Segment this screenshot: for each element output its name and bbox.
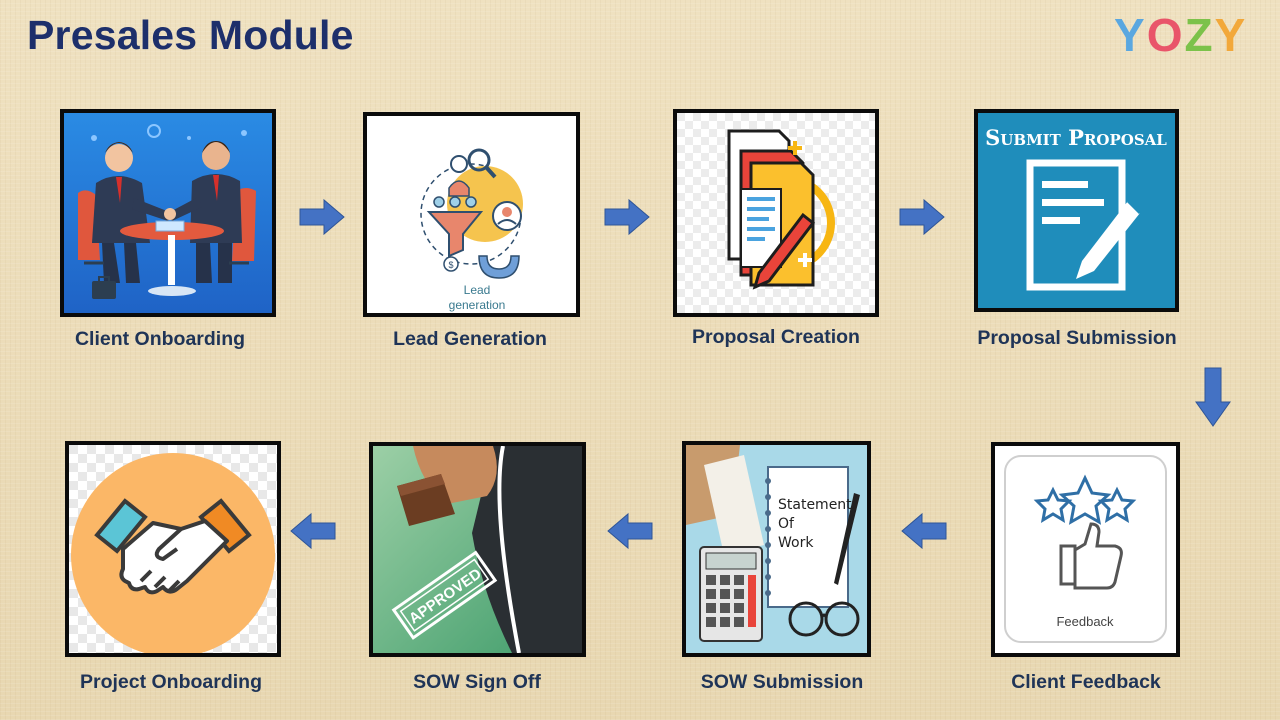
step-label-proposal-creation: Proposal Creation xyxy=(692,326,860,348)
svg-text:$: $ xyxy=(448,260,453,270)
yozy-logo: YOZY xyxy=(1114,8,1247,62)
step-label-client-onboarding: Client Onboarding xyxy=(74,328,246,350)
step-label-sow-sign-off: SOW Sign Off xyxy=(413,671,541,693)
approved-stamp-icon: APPROVED xyxy=(373,446,582,653)
page-title: Presales Module xyxy=(27,12,354,58)
logo-letter-1: Y xyxy=(1114,9,1147,61)
step-card-client-feedback: Feedback xyxy=(991,442,1180,657)
arrow-down-icon xyxy=(1194,366,1232,428)
handshake-icon xyxy=(69,445,277,653)
step-card-sow-submission: Statement Of Work xyxy=(682,441,871,657)
arrow-right-icon xyxy=(603,198,651,236)
work-text: Work xyxy=(778,535,814,551)
generation-text: generation xyxy=(449,298,506,312)
step-label-lead-generation: Lead Generation xyxy=(393,328,547,350)
lead-text: Lead xyxy=(464,283,491,297)
step-label-sow-submission: SOW Submission xyxy=(700,671,864,693)
lead-funnel-icon: $ Lead generation xyxy=(367,116,576,313)
step-label-proposal-submission: Proposal Submission xyxy=(977,327,1177,349)
step-label-project-onboarding: Project Onboarding xyxy=(79,671,262,693)
step-label-client-feedback: Client Feedback xyxy=(1011,671,1161,693)
logo-letter-4: Y xyxy=(1214,9,1248,61)
calculator-documents-icon: Statement Of Work xyxy=(686,445,867,653)
feedback-text: Feedback xyxy=(1056,614,1114,629)
step-card-project-onboarding xyxy=(65,441,281,657)
step-card-sow-sign-off: APPROVED xyxy=(369,442,586,657)
arrow-left-icon xyxy=(289,512,337,550)
step-card-client-onboarding xyxy=(60,109,276,317)
logo-letter-3: Z xyxy=(1184,9,1215,61)
arrow-left-icon xyxy=(900,512,948,550)
arrow-left-icon xyxy=(606,512,654,550)
step-card-proposal-creation xyxy=(673,109,879,317)
arrow-right-icon xyxy=(898,198,946,236)
logo-letter-2: O xyxy=(1146,9,1185,61)
documents-pencil-icon xyxy=(677,113,875,313)
thumbs-up-stars-icon: Feedback xyxy=(995,446,1176,653)
submit-proposal-text: Submit Proposal xyxy=(985,125,1167,150)
business-meeting-icon xyxy=(64,113,272,313)
statement-text: Statement xyxy=(778,497,852,513)
step-card-proposal-submission: Submit Proposal xyxy=(974,109,1179,312)
of-text: Of xyxy=(778,516,795,532)
submit-form-icon: Submit Proposal xyxy=(978,113,1175,308)
arrow-right-icon xyxy=(298,198,346,236)
step-card-lead-generation: $ Lead generation xyxy=(363,112,580,317)
